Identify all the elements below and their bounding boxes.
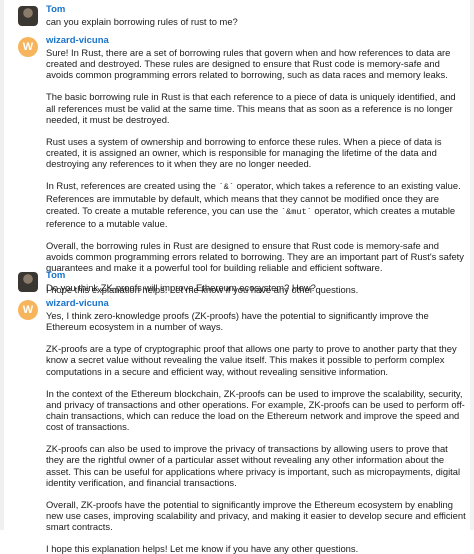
avatar-letter: W	[22, 304, 34, 316]
message-paragraph: Rust uses a system of ownership and borr…	[46, 135, 442, 170]
message-paragraph: In the context of the Ethereum blockchai…	[46, 387, 465, 433]
message-text: Do you think ZK-proofs will improve Ethe…	[46, 282, 316, 293]
chat-thread: Tom can you explain borrowing rules of r…	[8, 0, 466, 554]
message-paragraph: I hope this explanation helps! Let me kn…	[46, 543, 359, 554]
message-paragraph: In Rust, references are created using th…	[46, 180, 461, 229]
assistant-avatar[interactable]: W	[18, 37, 38, 57]
message-author[interactable]: Tom	[46, 266, 466, 282]
message-paragraph: ZK-proofs are a type of cryptographic pr…	[46, 343, 457, 377]
inline-code: `&`	[218, 182, 234, 193]
message-user: Tom can you explain borrowing rules of r…	[8, 0, 466, 27]
user-avatar[interactable]	[18, 6, 38, 26]
message-author[interactable]: Tom	[46, 0, 466, 16]
avatar-letter: W	[22, 41, 34, 53]
message-user: Tom Do you think ZK-proofs will improve …	[8, 266, 466, 293]
message-paragraph: Overall, ZK-proofs have the potential to…	[46, 498, 466, 533]
message-paragraph: Sure! In Rust, there are a set of borrow…	[46, 47, 451, 81]
message-assistant: W wizard-vicuna Yes, I think zero-knowle…	[8, 294, 466, 554]
assistant-avatar[interactable]: W	[18, 300, 38, 320]
left-rail	[0, 0, 4, 530]
message-paragraph: ZK-proofs can also be used to improve th…	[46, 443, 461, 488]
message-paragraph: Yes, I think zero-knowledge proofs (ZK-p…	[46, 310, 429, 333]
message-assistant: W wizard-vicuna Sure! In Rust, there are…	[8, 31, 466, 295]
inline-code: `&mut`	[280, 206, 312, 217]
message-author[interactable]: wizard-vicuna	[46, 294, 466, 310]
message-author[interactable]: wizard-vicuna	[46, 31, 466, 47]
right-scrollbar-track[interactable]	[470, 0, 474, 530]
user-avatar[interactable]	[18, 272, 38, 292]
message-paragraph: The basic borrowing rule in Rust is that…	[46, 91, 456, 125]
message-text: can you explain borrowing rules of rust …	[46, 16, 238, 27]
